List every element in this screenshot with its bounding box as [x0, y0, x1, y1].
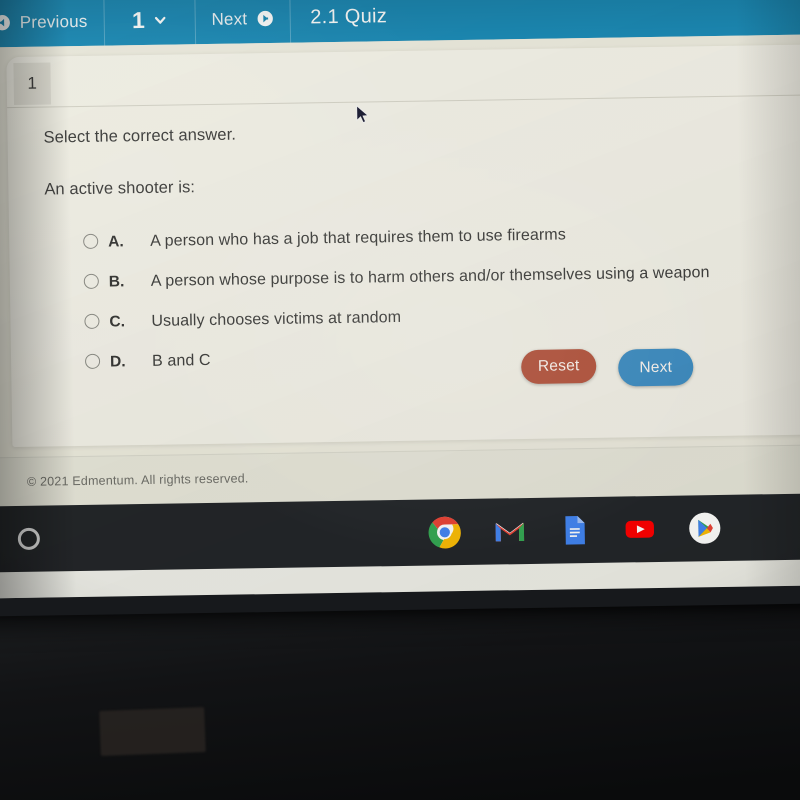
next-button[interactable]: Next [617, 348, 694, 387]
page-selector[interactable]: 1 [104, 0, 196, 46]
play-store-icon[interactable] [688, 511, 723, 546]
card-divider [7, 94, 800, 109]
answer-option-c[interactable]: C. Usually chooses victims at random [84, 301, 796, 332]
next-nav-button[interactable]: Next [195, 0, 291, 45]
option-letter-a: A. [108, 233, 124, 251]
card-area: 1 Select the correct answer. An active s… [0, 34, 800, 458]
option-text-d: B and C [151, 351, 211, 370]
action-buttons: Reset Next [520, 345, 694, 387]
screen: Previous 1 Next 2.1 Quiz 1 Select the co… [0, 0, 800, 599]
trackpad [99, 707, 206, 756]
previous-label: Previous [19, 11, 88, 32]
question-number: 1 [27, 73, 38, 93]
circle-back-arrow-icon [0, 14, 11, 31]
copyright-text: © 2021 Edmentum. All rights reserved. [26, 471, 249, 489]
chevron-down-icon [154, 14, 167, 27]
option-text-a: A person who has a job that requires the… [150, 226, 566, 250]
previous-button[interactable]: Previous [0, 0, 105, 48]
question-text: An active shooter is: [44, 178, 196, 199]
chromeos-shelf [0, 493, 800, 573]
question-card: 1 Select the correct answer. An active s… [6, 44, 800, 448]
option-letter-c: C. [109, 313, 126, 331]
next-nav-label: Next [211, 8, 248, 29]
quiz-title: 2.1 Quiz [310, 5, 388, 29]
circle-forward-arrow-icon [256, 10, 273, 27]
option-text-c: Usually chooses victims at random [151, 308, 402, 330]
radio-button-a[interactable] [83, 233, 99, 249]
google-docs-icon[interactable] [558, 513, 593, 548]
youtube-icon[interactable] [623, 512, 658, 547]
laptop-deck [0, 595, 800, 800]
question-number-tab[interactable]: 1 [13, 62, 52, 106]
option-letter-d: D. [109, 353, 126, 371]
radio-button-c[interactable] [84, 313, 100, 329]
question-prompt: Select the correct answer. [43, 125, 237, 147]
reset-button[interactable]: Reset [520, 348, 597, 384]
option-letter-b: B. [108, 273, 125, 291]
chrome-icon[interactable] [428, 515, 463, 550]
answer-option-a[interactable]: A. A person who has a job that requires … [83, 221, 795, 252]
shelf-apps [428, 511, 722, 550]
gmail-icon[interactable] [493, 514, 528, 549]
option-text-b: A person whose purpose is to harm others… [150, 264, 710, 290]
screen-bezel: Previous 1 Next 2.1 Quiz 1 Select the co… [0, 0, 800, 617]
radio-button-d[interactable] [84, 353, 101, 369]
page-number: 1 [131, 6, 146, 34]
launcher-circle-icon[interactable] [17, 527, 41, 551]
laptop-photo: Previous 1 Next 2.1 Quiz 1 Select the co… [0, 0, 800, 800]
answer-option-b[interactable]: B. A person whose purpose is to harm oth… [83, 261, 796, 292]
radio-button-b[interactable] [83, 273, 99, 289]
